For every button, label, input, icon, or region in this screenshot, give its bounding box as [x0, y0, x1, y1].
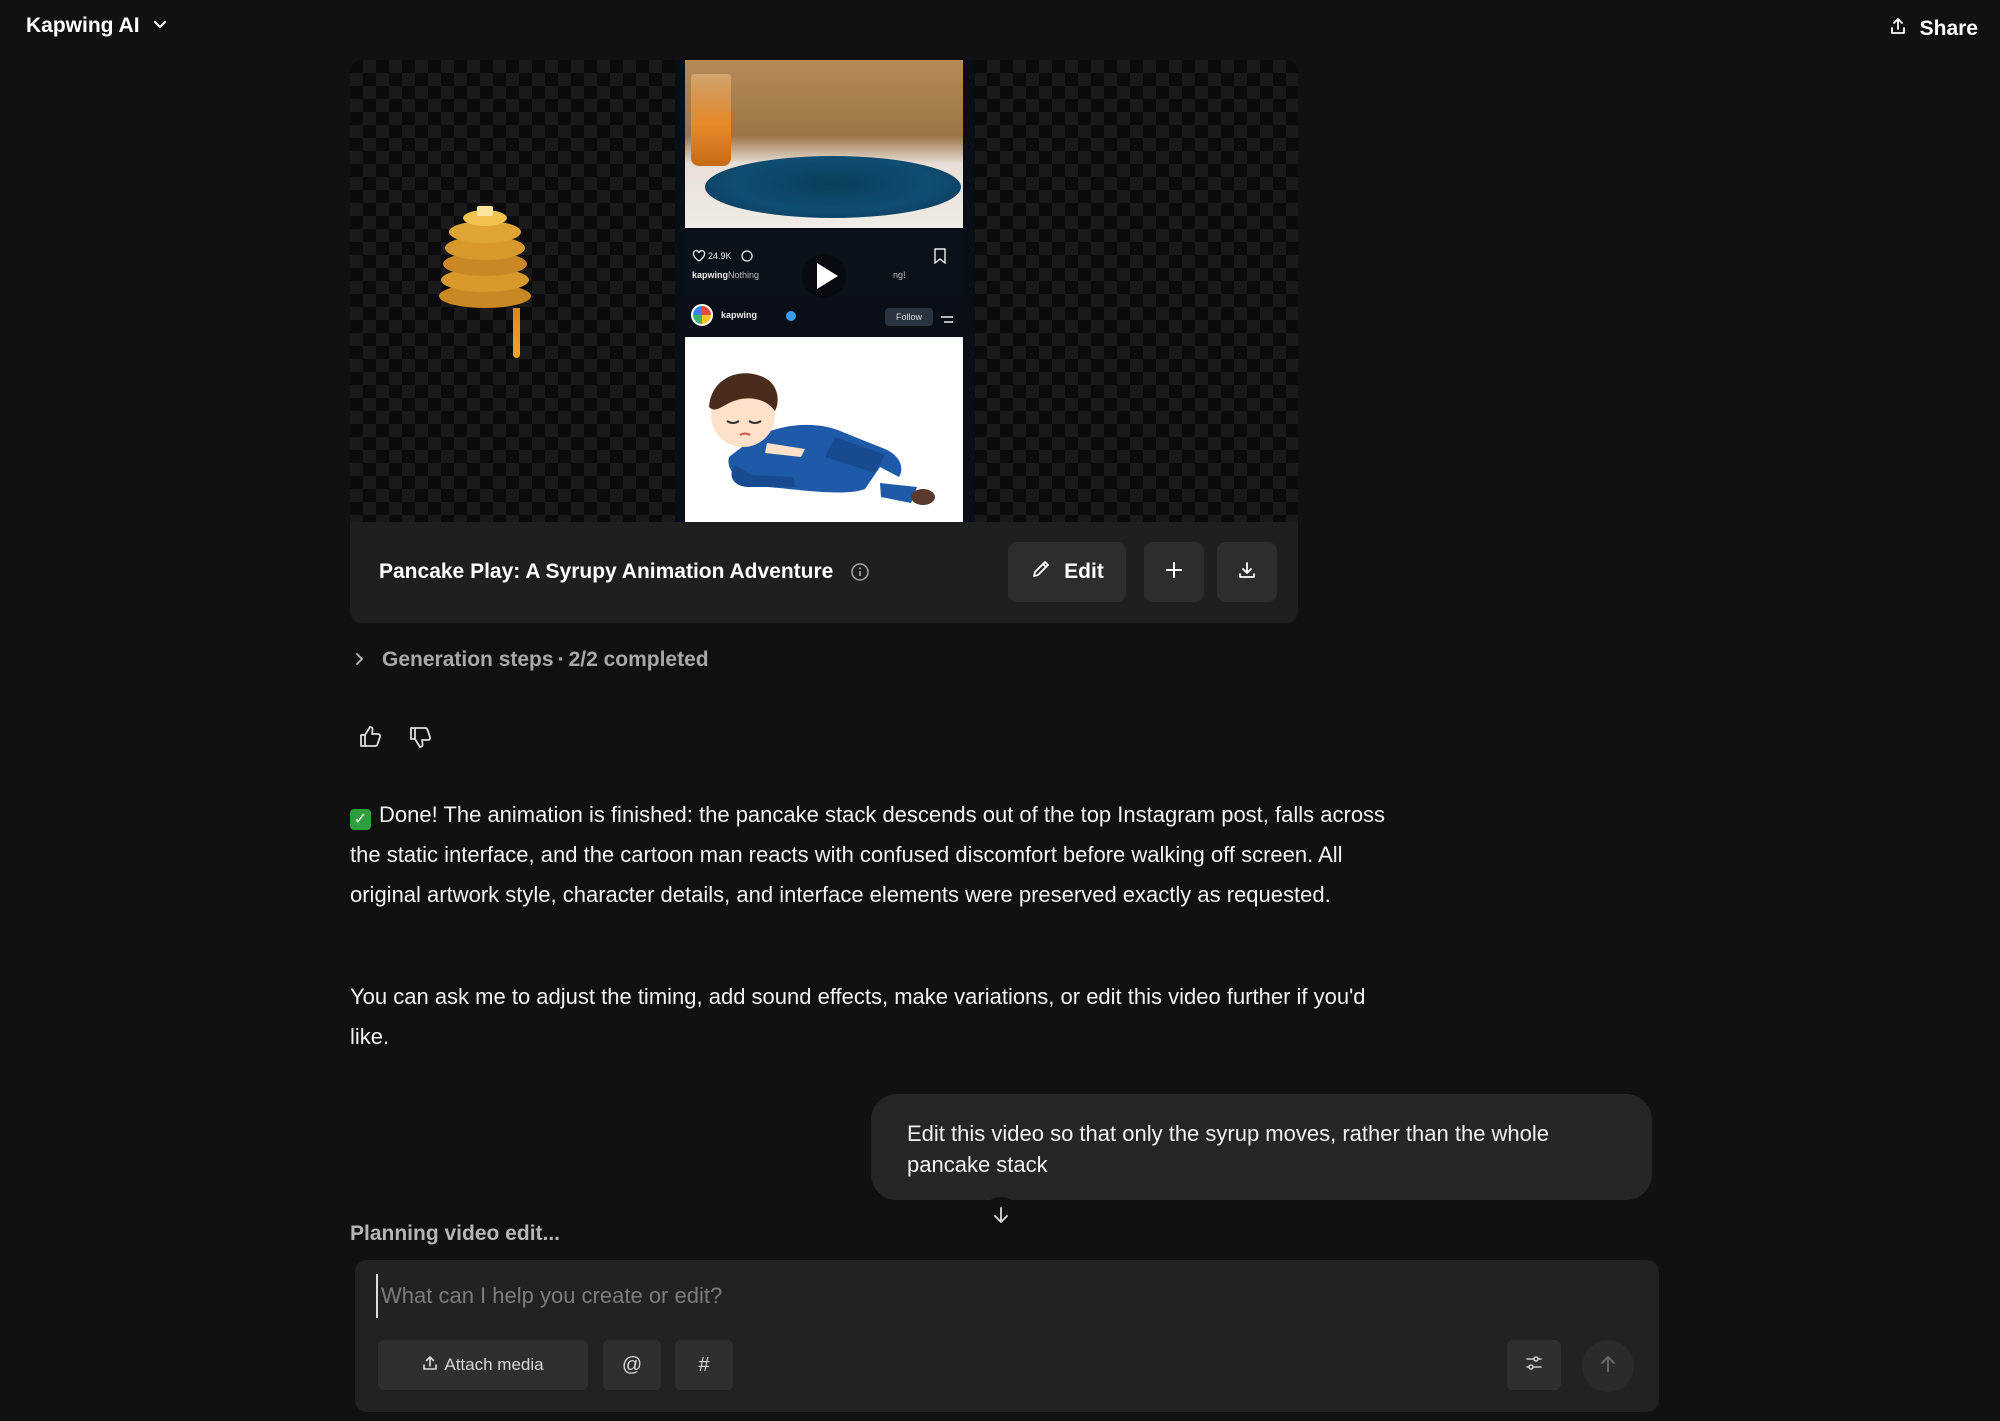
scroll-down-button[interactable]	[981, 1197, 1021, 1237]
hash-icon: #	[698, 1353, 710, 1376]
arrow-up-icon	[1597, 1353, 1619, 1380]
generation-steps-status: 2/2 completed	[568, 648, 709, 671]
video-footer: Pancake Play: A Syrupy Animation Adventu…	[350, 522, 1298, 623]
app-title: Kapwing AI	[26, 14, 140, 37]
composer: Attach media @ #	[355, 1260, 1659, 1412]
menu-icon	[940, 312, 954, 330]
pencil-icon	[1030, 558, 1052, 586]
arrow-down-icon	[991, 1205, 1011, 1230]
verified-icon	[786, 311, 796, 321]
play-button[interactable]	[802, 254, 846, 298]
avatar	[691, 304, 713, 326]
download-icon	[1237, 560, 1257, 585]
feedback-buttons	[357, 724, 433, 755]
prompt-input[interactable]	[376, 1274, 1626, 1318]
comment-icon	[740, 249, 754, 268]
thumbs-up-icon[interactable]	[357, 724, 383, 755]
app-switcher[interactable]: Kapwing AI	[26, 14, 168, 38]
attach-media-label: Attach media	[444, 1355, 544, 1374]
chevron-right-icon	[352, 648, 366, 672]
bookmark-icon	[933, 248, 947, 269]
settings-button[interactable]	[1507, 1340, 1561, 1390]
thumbs-down-icon[interactable]	[407, 724, 433, 755]
assistant-message: ✓ Done! The animation is finished: the pa…	[350, 795, 1402, 915]
blue-plate	[705, 156, 961, 218]
post-caption-right: ng!	[893, 270, 906, 280]
syrup-drip	[513, 308, 520, 358]
pancake-stack	[439, 206, 531, 308]
send-button[interactable]	[1582, 1340, 1634, 1392]
generation-steps-toggle[interactable]: Generation steps · 2/2 completed	[352, 648, 709, 672]
plus-icon	[1165, 561, 1183, 584]
add-button[interactable]	[1144, 542, 1204, 602]
account-name: kapwing	[721, 310, 758, 320]
attach-media-button[interactable]: Attach media	[378, 1340, 588, 1390]
chevron-down-icon	[152, 16, 168, 37]
user-message-bubble: Edit this video so that only the syrup m…	[871, 1094, 1652, 1200]
user-message-text: Edit this video so that only the syrup m…	[907, 1121, 1550, 1177]
edit-label: Edit	[1064, 560, 1104, 583]
upload-icon	[422, 1355, 438, 1376]
generation-steps-text: Generation steps · 2/2 completed	[382, 648, 709, 672]
assistant-paragraph-2: You can ask me to adjust the timing, add…	[350, 984, 1366, 1049]
cartoon-panel	[685, 337, 963, 522]
generation-steps-label: Generation steps	[382, 648, 554, 671]
share-label: Share	[1919, 17, 1978, 40]
video-title: Pancake Play: A Syrupy Animation Adventu…	[379, 560, 834, 583]
top-bar: Kapwing AI Share	[0, 0, 2000, 56]
mention-button[interactable]: @	[603, 1340, 661, 1390]
breakfast-photo	[685, 60, 963, 228]
download-button[interactable]	[1217, 542, 1277, 602]
post-caption-left: Nothing	[728, 270, 760, 280]
generation-steps-separator: ·	[557, 648, 565, 671]
video-card: 24.9K kapwing Nothing ng! kapwing Follow	[350, 60, 1298, 623]
video-preview[interactable]: 24.9K kapwing Nothing ng! kapwing Follow	[350, 60, 1298, 522]
sleeping-man-illustration	[709, 373, 935, 505]
assistant-message-followup: You can ask me to adjust the timing, add…	[350, 977, 1402, 1057]
info-icon[interactable]	[850, 562, 870, 587]
sliders-icon	[1524, 1353, 1544, 1378]
juice-glass	[691, 74, 731, 166]
hashtag-button[interactable]: #	[675, 1340, 733, 1390]
edit-button[interactable]: Edit	[1008, 542, 1126, 602]
check-icon: ✓	[350, 809, 371, 830]
assistant-paragraph-1: Done! The animation is finished: the pan…	[350, 802, 1386, 907]
share-icon	[1888, 16, 1908, 42]
heart-icon	[692, 249, 706, 268]
post-username: kapwing	[692, 270, 729, 280]
likes-count: 24.9K	[708, 251, 732, 261]
share-button[interactable]: Share	[1880, 12, 1986, 46]
follow-button: Follow	[885, 308, 933, 326]
at-icon: @	[621, 1353, 643, 1376]
planning-status: Planning video edit...	[350, 1222, 561, 1245]
